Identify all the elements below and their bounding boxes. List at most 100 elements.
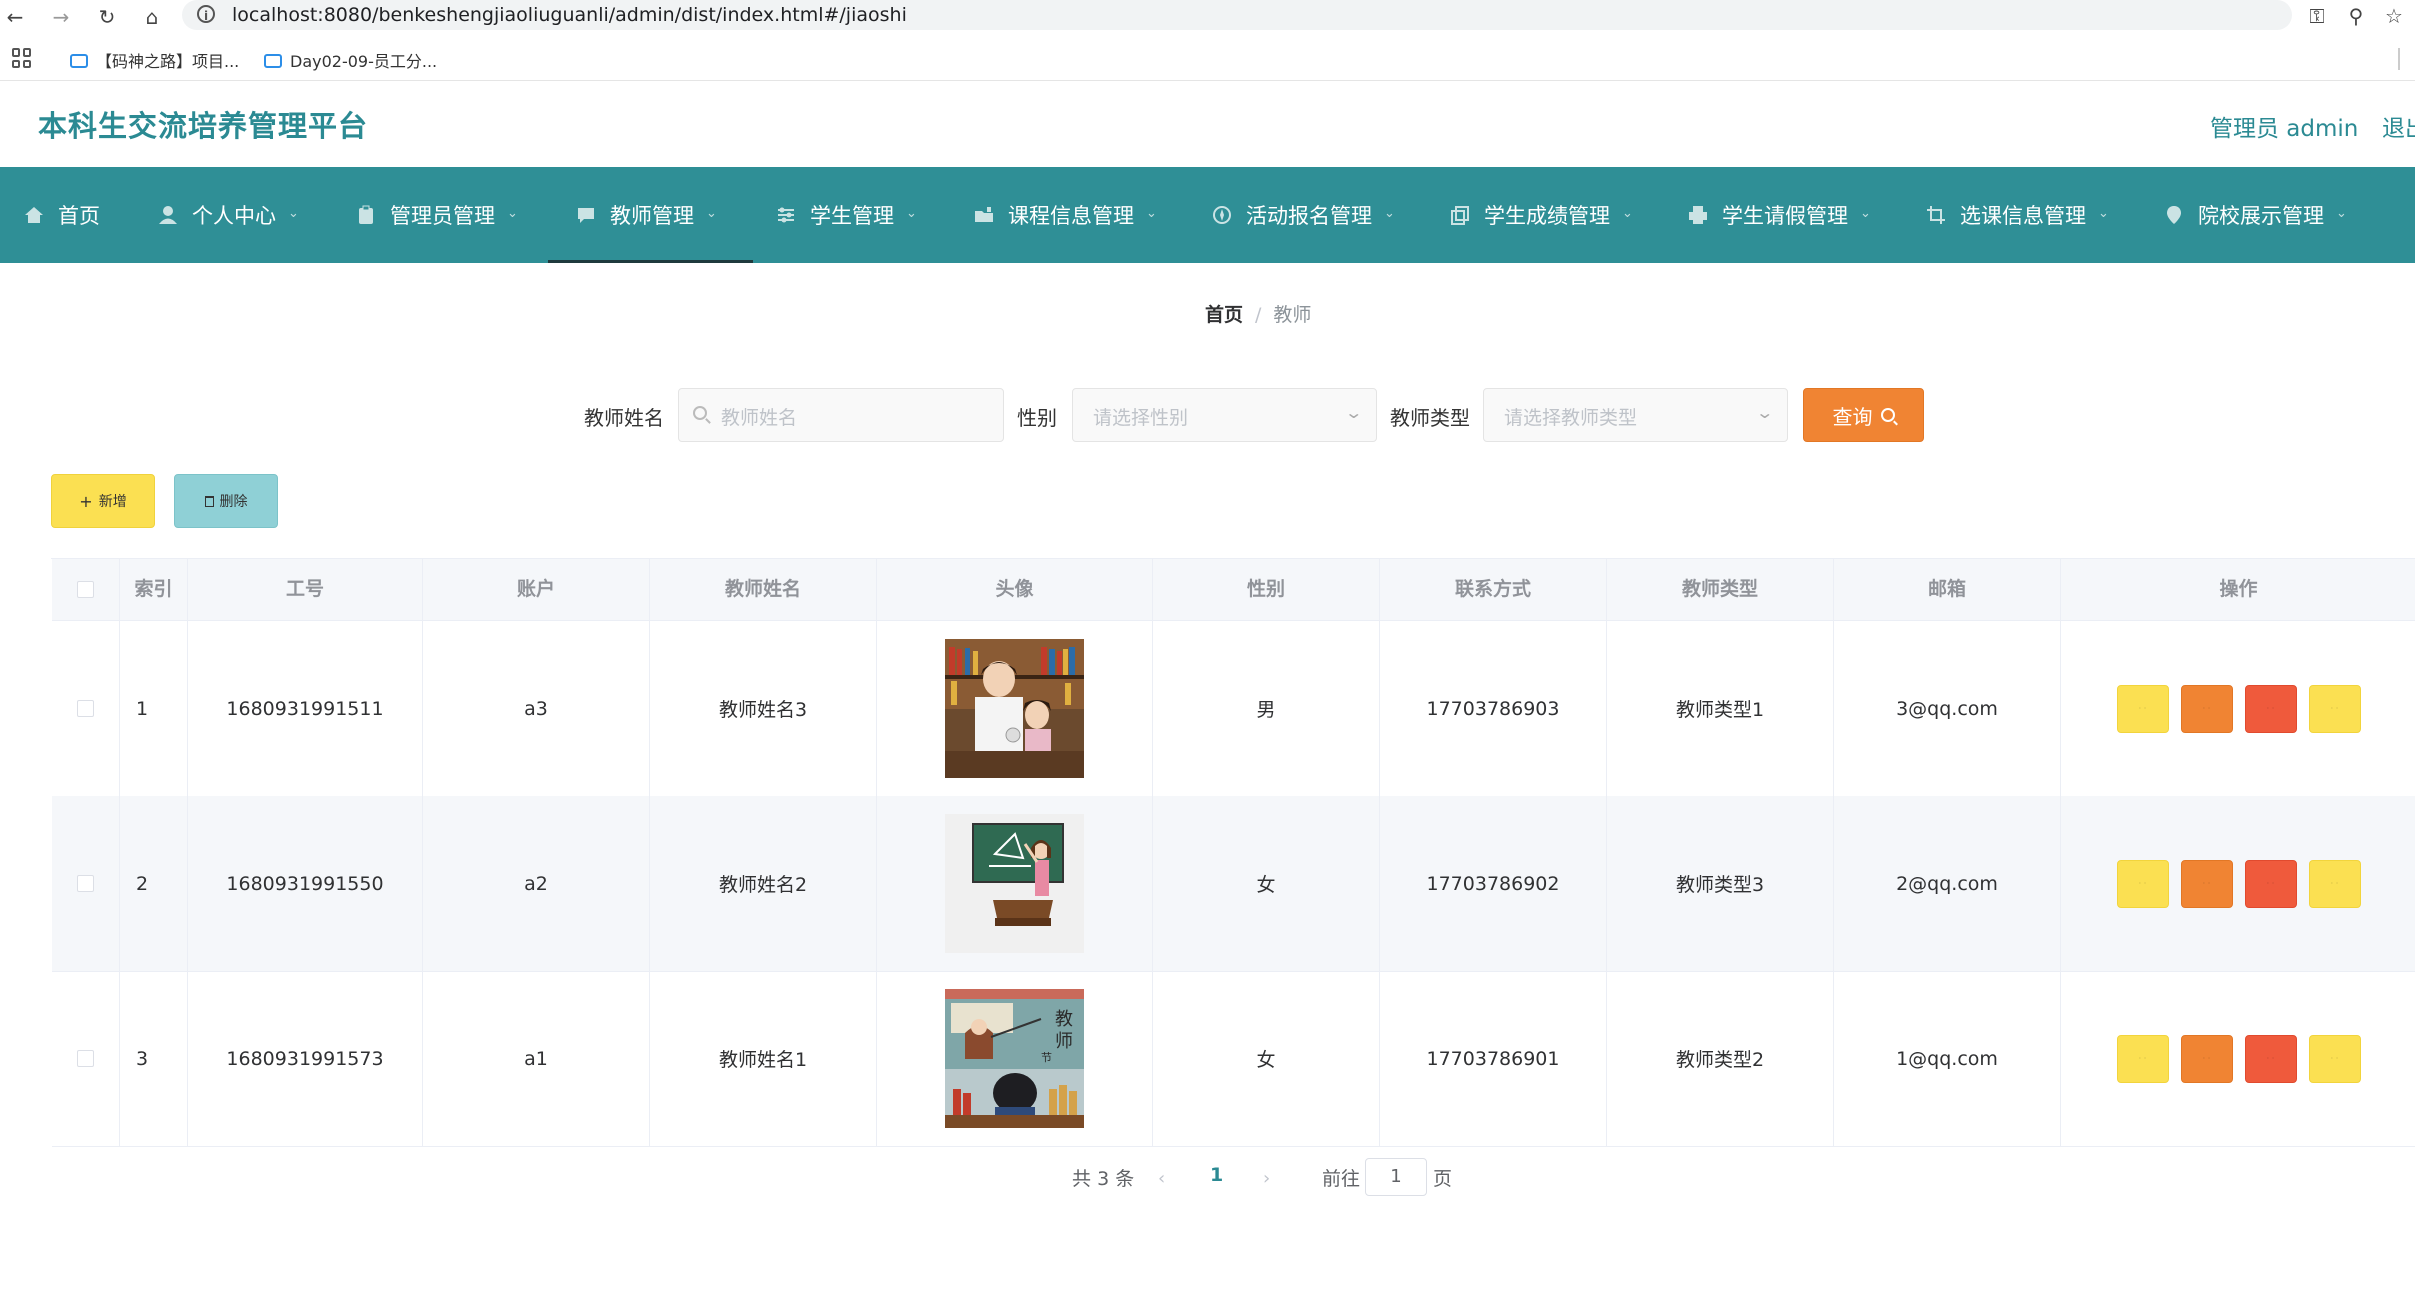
view-button[interactable]: · · (2116, 1034, 2169, 1083)
nav-item-student-mgmt[interactable]: 学生管理 ⌄ (776, 167, 917, 263)
breadcrumb-home[interactable]: 首页 (1205, 304, 1243, 326)
view-button[interactable]: · · (2116, 859, 2169, 908)
compass-icon (1213, 206, 1231, 224)
bookmark-1[interactable]: 【码神之路】项目... (70, 50, 239, 74)
goto-page-input[interactable]: 1 (1365, 1158, 1427, 1196)
add-button[interactable]: + 新增 (51, 474, 155, 528)
reload-icon[interactable]: ↻ (96, 6, 118, 28)
breadcrumb-separator: / (1255, 304, 1262, 326)
teacher-name-label: 教师姓名 (584, 406, 664, 430)
next-page-icon[interactable]: › (1263, 1168, 1270, 1189)
delete-button[interactable]: 删除 (174, 474, 278, 528)
cell-avatar: 教 师 节 (877, 971, 1153, 1146)
apps-grid-icon[interactable] (12, 48, 32, 68)
row-checkbox-cell (52, 621, 120, 796)
app-header: 本科生交流培养管理平台 管理员 admin 退出 (0, 81, 2415, 167)
more-button[interactable]: · · (2308, 1034, 2361, 1083)
teacher-name-input[interactable]: 教师姓名 (678, 388, 1004, 442)
more-button[interactable]: · · (2308, 859, 2361, 908)
cell-actions: · · · · · · · · (2061, 971, 2415, 1146)
prev-page-icon[interactable]: ‹ (1158, 1168, 1165, 1189)
nav-item-leave-mgmt[interactable]: 学生请假管理 ⌄ (1688, 167, 1871, 263)
home-browser-icon[interactable]: ⌂ (141, 6, 163, 28)
chevron-down-icon: ⌄ (507, 205, 518, 221)
nav-item-course-selection[interactable]: 选课信息管理 ⌄ (1926, 167, 2109, 263)
col-index: 索引 (120, 559, 188, 620)
col-teacher-name: 教师姓名 (650, 559, 877, 620)
chevron-down-icon: ⌄ (1384, 205, 1395, 221)
copy-icon (1451, 206, 1469, 225)
delete-row-button[interactable]: · · (2244, 859, 2297, 908)
nav-item-activity-signup[interactable]: 活动报名管理 ⌄ (1212, 167, 1395, 263)
site-info-icon[interactable]: i (197, 5, 215, 23)
edit-button[interactable]: · · (2180, 1034, 2233, 1083)
row-checkbox-cell (52, 971, 120, 1146)
chevron-down-icon: ⌄ (2336, 205, 2347, 221)
svg-text:师: 师 (1055, 1031, 1073, 1052)
cell-email: 2@qq.com (1834, 796, 2061, 971)
row-checkbox[interactable] (77, 700, 94, 717)
bookmark-2[interactable]: Day02-09-员工分... (264, 50, 437, 74)
nav-item-course-info[interactable]: 课程信息管理 ⌄ (974, 167, 1157, 263)
cell-gender: 女 (1153, 971, 1380, 1146)
avatar-teacher-classroom[interactable] (945, 639, 1084, 778)
chevron-down-icon: ⌄ (1754, 403, 1774, 422)
back-icon[interactable]: ← (4, 6, 26, 28)
nav-item-personal-center[interactable]: 个人中心 ⌄ (158, 167, 299, 263)
logout-link[interactable]: 退出 (2382, 109, 2415, 143)
star-icon[interactable]: ☆ (2382, 4, 2406, 28)
edit-button[interactable]: · · (2180, 859, 2233, 908)
cell-actions: · · · · · · · · (2061, 796, 2415, 971)
avatar-teachers-day-poster[interactable]: 教 师 节 (945, 989, 1084, 1128)
url-text[interactable]: localhost:8080/benkeshengjiaoliuguanli/a… (232, 3, 907, 27)
nav-item-grade-mgmt[interactable]: 学生成绩管理 ⌄ (1450, 167, 1633, 263)
nav-item-school-display[interactable]: 院校展示管理 ⌄ (2164, 167, 2347, 263)
page-suffix: 页 (1433, 1168, 1453, 1190)
search-icon (1880, 408, 1895, 422)
cell-gender: 男 (1153, 621, 1380, 796)
edit-button[interactable]: · · (2180, 684, 2233, 733)
plus-icon: + (79, 491, 93, 511)
select-all-checkbox[interactable] (77, 581, 94, 598)
gender-select[interactable]: 请选择性别 ⌄ (1072, 388, 1377, 442)
location-icon (2167, 206, 2181, 224)
delete-row-button[interactable]: · · (2244, 1034, 2297, 1083)
forward-icon[interactable]: → (50, 6, 72, 28)
query-button[interactable]: 查询 (1803, 388, 1924, 442)
table-header: 索引 工号 账户 教师姓名 头像 性别 联系方式 教师类型 邮箱 操作 (52, 559, 2415, 621)
key-icon[interactable]: ⚿ (2305, 4, 2329, 28)
bilibili-icon (264, 53, 282, 68)
user-icon (159, 206, 177, 224)
teacher-type-select[interactable]: 请选择教师类型 ⌄ (1483, 388, 1788, 442)
more-button[interactable]: · · (2308, 684, 2361, 733)
nav-item-home[interactable]: 首页 (24, 167, 100, 263)
page-number-current[interactable]: 1 (1210, 1164, 1223, 1186)
bookmark-divider (2398, 48, 2400, 70)
cell-phone: 17703786902 (1380, 796, 1607, 971)
cell-index: 1 (120, 621, 188, 796)
zoom-icon[interactable]: ⚲ (2344, 4, 2368, 28)
nav-item-admin-mgmt[interactable]: 管理员管理 ⌄ (356, 167, 518, 263)
cell-teacher-name: 教师姓名2 (650, 796, 877, 971)
avatar-teacher-blackboard[interactable] (945, 814, 1084, 953)
cell-phone: 17703786901 (1380, 971, 1607, 1146)
row-checkbox[interactable] (77, 875, 94, 892)
app-title: 本科生交流培养管理平台 (38, 109, 369, 143)
delete-row-button[interactable]: · · (2244, 684, 2297, 733)
cell-email: 1@qq.com (1834, 971, 2061, 1146)
view-button[interactable]: · · (2116, 684, 2169, 733)
breadcrumb: 首页 / 教师 (1205, 300, 1311, 327)
col-avatar: 头像 (877, 559, 1153, 620)
row-checkbox[interactable] (77, 1050, 94, 1067)
nav-item-teacher-mgmt[interactable]: 教师管理 ⌄ (548, 167, 753, 263)
row-checkbox-cell (52, 796, 120, 971)
cell-work-no: 1680931991550 (188, 796, 423, 971)
cell-gender: 女 (1153, 796, 1380, 971)
table-row: 3 1680931991573 a1 教师姓名1 教 师 节 女 1770378… (52, 971, 2415, 1147)
cell-account: a3 (423, 621, 650, 796)
chevron-down-icon: ⌄ (1146, 205, 1157, 221)
teacher-type-label: 教师类型 (1390, 406, 1470, 430)
chevron-down-icon: ⌄ (706, 205, 717, 221)
goto-label: 前往 (1322, 1168, 1361, 1190)
col-actions: 操作 (2219, 578, 2258, 600)
